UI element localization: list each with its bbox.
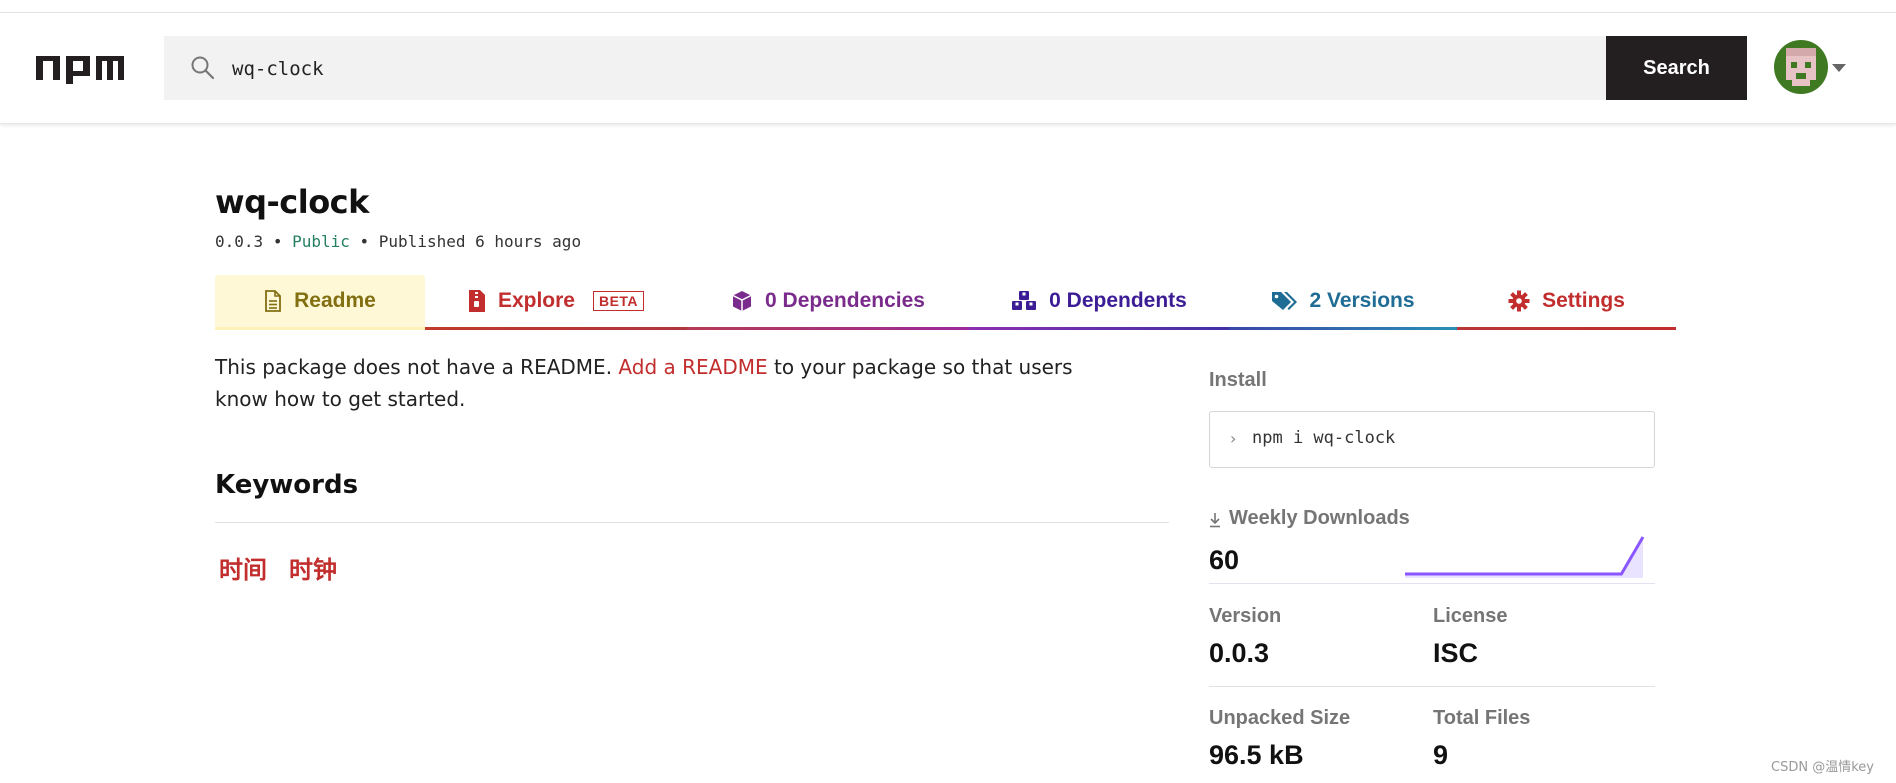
avatar-image [1774,40,1828,94]
sparkline-line [1405,536,1645,576]
tab-dependencies[interactable]: 0 Dependencies [687,275,969,330]
gear-icon [1508,290,1530,312]
keyword-link[interactable]: 时间 [219,550,267,585]
tab-versions[interactable]: 2 Versions [1229,275,1457,330]
sparkline-area [1405,537,1643,578]
prompt-icon: › [1230,429,1237,448]
tab-dependencies-label: 0 Dependencies [765,289,925,312]
keywords-heading: Keywords [215,470,359,500]
tab-underline [687,327,969,330]
add-readme-link[interactable]: Add a README [618,355,767,379]
meta-separator: • [359,232,379,251]
total-files-label: Total Files [1433,707,1531,729]
package-version: 0.0.3 [215,232,264,251]
beta-badge: BETA [592,291,645,311]
license-value: ISC [1433,638,1479,668]
keywords-divider [215,522,1169,523]
tab-underline [215,327,425,330]
version-label: Version [1209,605,1282,627]
search-box [164,36,1606,102]
chevron-down-icon[interactable] [1832,64,1846,72]
search-icon [191,56,215,80]
tab-explore[interactable]: Explore BETA [425,275,687,330]
unpacked-size-value: 96.5 kB [1209,740,1304,770]
info-divider [1209,686,1655,687]
tab-dependents[interactable]: 0 Dependents [969,275,1229,330]
install-command-box[interactable]: › npm i wq-clock [1209,411,1655,468]
package-title: wq-clock [215,183,369,221]
tab-underline [969,327,1229,330]
readme-text-before: This package does not have a README. [215,355,613,379]
meta-separator: • [272,232,293,251]
total-files-value: 9 [1433,740,1449,770]
weekly-downloads-label: Weekly Downloads [1229,507,1410,529]
avatar[interactable] [1774,40,1828,94]
package-tabs: Readme Explore BETA 0 Dependencies 0 Dep… [215,275,1676,330]
zip-file-icon [468,289,486,313]
tab-underline [1457,327,1676,330]
package-published: Published 6 hours ago [378,232,582,251]
tab-readme[interactable]: Readme [215,275,425,330]
box-icon [731,290,753,312]
tab-explore-label: Explore [497,289,575,312]
tags-icon [1271,290,1298,312]
tab-versions-label: 2 Versions [1309,289,1415,312]
version-value: 0.0.3 [1209,638,1270,668]
install-label: Install [1209,369,1267,391]
keyword-link[interactable]: 时钟 [289,550,337,585]
search-button[interactable]: Search [1606,36,1747,100]
search-input[interactable] [230,36,1594,102]
tab-underline [425,327,687,330]
install-command[interactable]: npm i wq-clock [1252,428,1395,448]
file-icon [264,290,282,312]
readme-notice: This package does not have a README. Add… [215,351,1125,415]
boxes-icon [1011,290,1037,312]
package-meta: 0.0.3 • Public • Published 6 hours ago [215,232,581,251]
tab-settings[interactable]: Settings [1457,275,1676,330]
tab-readme-label: Readme [294,289,376,312]
download-icon [1209,512,1221,532]
unpacked-size-label: Unpacked Size [1209,707,1351,729]
tab-settings-label: Settings [1542,289,1625,312]
weekly-downloads-sparkline[interactable] [1209,530,1655,586]
site-header: Search [0,13,1896,124]
package-visibility: Public [292,232,350,251]
downloads-divider [1209,583,1655,584]
tab-dependents-label: 0 Dependents [1049,289,1187,312]
watermark: CSDN @温情key [1771,760,1874,775]
tab-underline [1229,327,1457,330]
npm-logo[interactable] [36,56,124,84]
keywords-list: 时间 时钟 [219,550,337,585]
license-label: License [1433,605,1508,627]
